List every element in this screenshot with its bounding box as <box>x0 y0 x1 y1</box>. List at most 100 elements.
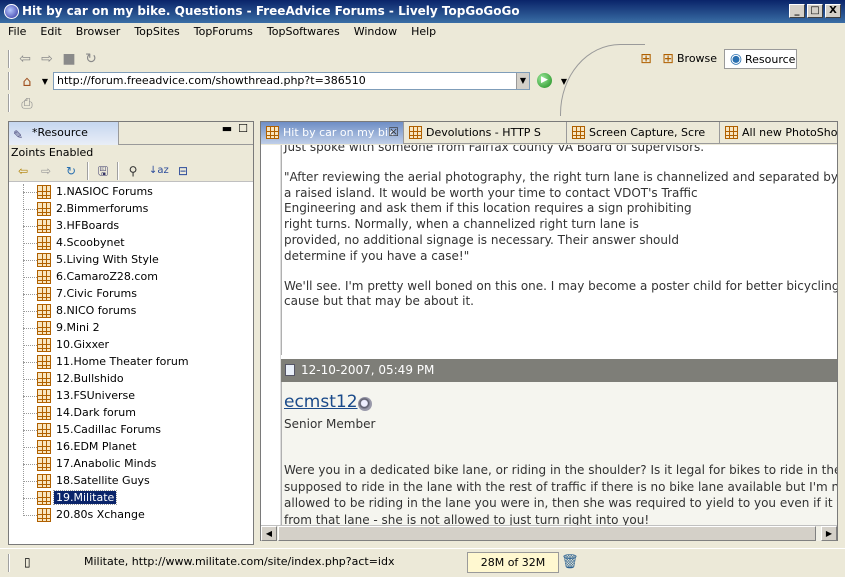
tree-item[interactable]: 11.Home Theater forum <box>9 354 253 371</box>
tab-photoshow[interactable]: All new PhotoShow <box>720 122 837 144</box>
sort-az-icon[interactable]: ↓az <box>149 163 169 179</box>
tree-item-label: 19.Militate <box>52 490 118 505</box>
tree-item-label: 1.NASIOC Forums <box>56 185 153 198</box>
menu-window[interactable]: Window <box>346 23 403 41</box>
close-button[interactable]: X <box>825 4 841 18</box>
web-page-icon <box>37 270 51 284</box>
open-perspective-icon[interactable]: ⊞ <box>638 51 654 67</box>
resource-tabbar: ✎ *Resource ▬ ☐ <box>9 122 253 145</box>
tree-item[interactable]: 13.FSUniverse <box>9 388 253 405</box>
globe-icon: ◉ <box>729 51 743 67</box>
perspective-resource[interactable]: ◉ Resource <box>724 49 797 69</box>
refresh-icon[interactable]: ↻ <box>83 51 99 67</box>
forward-icon[interactable]: ⇨ <box>38 163 54 179</box>
tree-item-label: 20.80s Xchange <box>56 508 145 521</box>
menu-topsoftwares[interactable]: TopSoftwares <box>259 23 346 41</box>
page-content[interactable]: Just spoke with someone from Fairfax cou… <box>261 145 837 525</box>
username-link[interactable]: ecmst12 <box>284 392 358 412</box>
text-line: We'll see. I'm pretty well boned on this… <box>284 278 837 293</box>
scroll-left-icon[interactable]: ◀ <box>261 526 277 541</box>
text-line: determine if you have a case!" <box>284 248 470 263</box>
tab-label: All new PhotoShow <box>742 126 837 139</box>
capture-icon[interactable]: ⎙ <box>19 96 35 112</box>
scroll-right-icon[interactable]: ▶ <box>821 526 837 541</box>
web-page-icon <box>37 219 51 233</box>
menu-topsites[interactable]: TopSites <box>126 23 185 41</box>
tree-item[interactable]: 8.NICO forums <box>9 303 253 320</box>
tab-devolutions[interactable]: Devolutions - HTTP S <box>404 122 567 144</box>
tree-item-label: 16.EDM Planet <box>56 440 137 453</box>
web-page-icon <box>409 126 422 139</box>
stop-icon[interactable]: ■ <box>61 51 77 67</box>
tab-hit-by-car[interactable]: Hit by car on my bik ☒ <box>261 122 404 144</box>
tree-item[interactable]: 4.Scoobynet <box>9 235 253 252</box>
tree-item[interactable]: 12.Bullshido <box>9 371 253 388</box>
web-page-icon <box>37 321 51 335</box>
web-page-icon <box>266 126 279 139</box>
tree-item[interactable]: 5.Living With Style <box>9 252 253 269</box>
forum-post: ecmst12 Senior Member Were you in a dedi… <box>281 382 837 525</box>
tab-screen-capture[interactable]: Screen Capture, Scre <box>567 122 720 144</box>
tree-item[interactable]: 2.Bimmerforums <box>9 201 253 218</box>
horizontal-scrollbar[interactable]: ◀ ▶ <box>261 525 837 541</box>
menu-browser[interactable]: Browser <box>68 23 127 41</box>
find-icon[interactable]: ⚲ <box>125 163 141 179</box>
post-text: Were you in a dedicated bike lane, or ri… <box>284 462 837 525</box>
maximize-view-icon[interactable]: ☐ <box>237 123 249 135</box>
home-dropdown-icon[interactable]: ▼ <box>37 74 53 90</box>
back-icon[interactable]: ⇦ <box>15 163 31 179</box>
menu-file[interactable]: File <box>0 23 32 41</box>
tree-item[interactable]: 20.80s Xchange <box>9 507 253 524</box>
web-page-icon <box>37 457 51 471</box>
tree-item[interactable]: 18.Satellite Guys <box>9 473 253 490</box>
tree-item[interactable]: 9.Mini 2 <box>9 320 253 337</box>
back-icon[interactable]: ⇦ <box>17 51 33 67</box>
tree-item[interactable]: 19.Militate <box>9 490 253 507</box>
save-icon[interactable]: 🖫 <box>95 163 111 179</box>
tree-item[interactable]: 15.Cadillac Forums <box>9 422 253 439</box>
web-page-icon <box>37 372 51 386</box>
web-page-icon <box>572 126 585 139</box>
perspective-browse[interactable]: ⊞ Browse <box>657 49 721 69</box>
tree-item[interactable]: 17.Anabolic Minds <box>9 456 253 473</box>
tree-item[interactable]: 7.Civic Forums <box>9 286 253 303</box>
menu-edit[interactable]: Edit <box>32 23 67 41</box>
refresh-icon[interactable]: ↻ <box>63 163 79 179</box>
scroll-thumb[interactable] <box>278 526 816 541</box>
web-page-icon <box>725 126 738 139</box>
web-page-icon <box>37 389 51 403</box>
minimize-view-icon[interactable]: ▬ <box>221 123 233 135</box>
tab-label: Devolutions - HTTP S <box>426 126 541 139</box>
fast-view-icon[interactable]: ▯ <box>24 555 38 569</box>
tree-item[interactable]: 3.HFBoards <box>9 218 253 235</box>
text-line: allowed to be riding in the lane you wer… <box>284 496 837 510</box>
tab-label: Hit by car on my bik <box>283 126 395 139</box>
tree-item[interactable]: 16.EDM Planet <box>9 439 253 456</box>
text-line: cause but that may be about it. <box>284 294 474 309</box>
collapse-all-icon[interactable]: ⊟ <box>175 163 191 179</box>
maximize-button[interactable]: □ <box>807 4 823 18</box>
web-page-icon <box>37 236 51 250</box>
tree-item-label: 17.Anabolic Minds <box>56 457 157 470</box>
home-icon[interactable]: ⌂ <box>19 74 35 90</box>
text-line: "After reviewing the aerial photography,… <box>284 169 837 184</box>
window-title: Hit by car on my bike. Questions - FreeA… <box>22 4 520 18</box>
go-icon[interactable]: ▶ <box>537 73 552 88</box>
tab-resource[interactable]: ✎ *Resource <box>9 122 119 145</box>
tree-item[interactable]: 1.NASIOC Forums <box>9 184 253 201</box>
tree-item[interactable]: 14.Dark forum <box>9 405 253 422</box>
tree-item[interactable]: 10.Gixxer <box>9 337 253 354</box>
menu-topforums[interactable]: TopForums <box>186 23 259 41</box>
menu-help[interactable]: Help <box>403 23 442 41</box>
address-input[interactable]: http://forum.freeadvice.com/showthread.p… <box>53 72 530 90</box>
garbage-collect-icon[interactable]: 🗑 <box>561 552 579 572</box>
address-dropdown-icon[interactable]: ▼ <box>516 73 529 89</box>
minimize-button[interactable]: _ <box>789 4 805 18</box>
post-header: 12-10-2007, 05:49 PM <box>281 359 837 382</box>
web-page-icon <box>37 406 51 420</box>
tree-item-label: 10.Gixxer <box>56 338 110 351</box>
tree-item[interactable]: 6.CamaroZ28.com <box>9 269 253 286</box>
close-tab-icon[interactable]: ☒ <box>388 122 399 143</box>
forward-icon[interactable]: ⇨ <box>39 51 55 67</box>
post-date: 12-10-2007, 05:49 PM <box>301 363 435 377</box>
